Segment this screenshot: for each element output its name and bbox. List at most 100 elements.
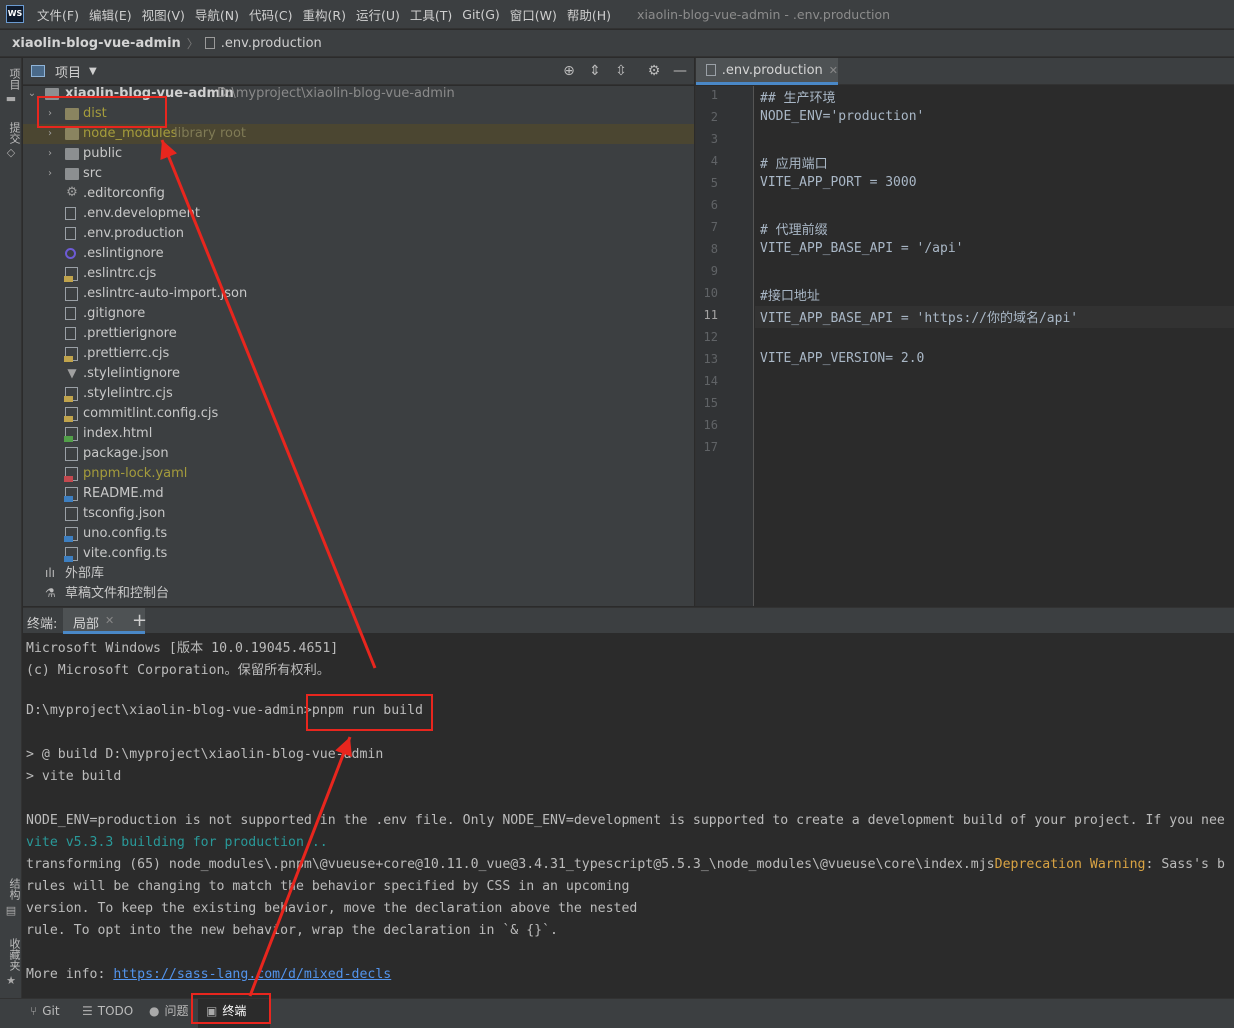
terminal-tab-label: 局部 [73,617,100,632]
terminal-line-text: transforming (65) node_modules\.pnpm\@vu… [26,857,995,872]
tree-item-file[interactable]: .env.production [23,224,694,244]
scratches-icon: ⚗ [45,586,56,600]
menu-run[interactable]: 运行(U) [356,5,400,24]
structure-icon: ▤ [5,904,17,917]
commit-icon: ◇ [6,146,16,159]
tree-item-file[interactable]: README.md [23,484,694,504]
code-line: VITE_APP_VERSION= 2.0 [760,351,925,366]
line-number: 4 [710,154,718,168]
todo-tool-tab[interactable]: ☰ TODO [82,999,133,1028]
json-file-icon [65,447,78,461]
close-icon[interactable]: ✕ [829,64,838,77]
line-number: 16 [703,418,718,432]
tree-item-src[interactable]: › src [23,164,694,184]
code-line: ## 生产环境 [760,91,836,106]
add-terminal-button[interactable]: + [132,610,147,631]
git-tool-tab[interactable]: ⑂ Git [30,999,60,1028]
terminal-line: rules will be changing to match the beha… [26,879,630,894]
tree-item-external-libraries[interactable]: ılı 外部库 [23,564,694,584]
chevron-right-icon[interactable]: › [45,164,55,184]
tree-item-file[interactable]: tsconfig.json [23,504,694,524]
tree-item-file[interactable]: commitlint.config.cjs [23,404,694,424]
tree-item-label: .prettierrc.cjs [83,346,170,361]
project-icon [31,65,45,77]
menu-refactor[interactable]: 重构(R) [303,5,346,24]
tree-item-label: .env.production [83,226,184,241]
tree-item-label: public [83,146,123,161]
js-file-icon [64,347,78,362]
editor-tab-bar: .env.production ✕ [695,58,1234,85]
breadcrumb-project[interactable]: xiaolin-blog-vue-admin [12,36,181,51]
terminal-line: NODE_ENV=production is not supported in … [26,813,1225,828]
sass-docs-link[interactable]: https://sass-lang.com/d/mixed-decls [113,967,391,982]
file-icon [65,327,76,340]
breadcrumb-file[interactable]: .env.production [221,36,322,51]
tree-item-file[interactable]: package.json [23,444,694,464]
folder-icon [65,168,79,180]
menu-tools[interactable]: 工具(T) [410,5,452,24]
menu-git[interactable]: Git(G) [462,7,500,22]
tree-item-file[interactable]: index.html [23,424,694,444]
tree-item-label: .eslintrc.cjs [83,266,157,281]
tree-item-file[interactable]: .stylelintrc.cjs [23,384,694,404]
editor-tab[interactable]: .env.production ✕ [696,58,838,85]
tree-item-file[interactable]: vite.config.ts [23,544,694,564]
tree-item-file[interactable]: .eslintrc.cjs [23,264,694,284]
menu-bar: WS 文件(F) 编辑(E) 视图(V) 导航(N) 代码(C) 重构(R) 运… [0,0,1234,29]
tree-item-label: vite.config.ts [83,546,168,561]
window-title: xiaolin-blog-vue-admin - .env.production [637,6,891,22]
tree-item-file[interactable]: pnpm-lock.yaml [23,464,694,484]
line-number: 5 [710,176,718,190]
menu-window[interactable]: 窗口(W) [510,5,557,24]
problems-tool-tab[interactable]: ● 问题 [149,999,189,1028]
menu-navigate[interactable]: 导航(N) [195,5,239,24]
js-file-icon [64,387,78,402]
tree-item-file[interactable]: .eslintrc-auto-import.json [23,284,694,304]
menu-file[interactable]: 文件(F) [37,5,79,24]
project-panel-title[interactable]: 项目 [55,62,81,81]
annotation-box-build-command [306,694,433,731]
chevron-right-icon[interactable]: › [45,144,55,164]
code-line: # 代理前缀 [760,223,828,238]
terminal-line: (c) Microsoft Corporation。保留所有权利。 [26,663,330,678]
structure-tool-tab[interactable]: 结构 [2,878,21,900]
line-number: 12 [703,330,718,344]
gear-icon[interactable]: ⚙ [645,62,663,80]
project-tool-tab[interactable]: 项目 [2,68,21,90]
folder-icon: ▬ [5,92,17,105]
tree-item-file[interactable]: .gitignore [23,304,694,324]
hide-icon[interactable]: — [671,62,689,80]
chevron-down-icon[interactable]: ▼ [89,66,97,77]
tree-item-file[interactable]: .env.development [23,204,694,224]
close-icon[interactable]: ✕ [105,614,114,627]
tree-item-file[interactable]: ⚙ .editorconfig [23,184,694,204]
tree-item-file[interactable]: uno.config.ts [23,524,694,544]
todo-tool-tab-label: TODO [97,1004,134,1018]
tree-item-file[interactable]: .eslintignore [23,244,694,264]
tree-item-public[interactable]: › public [23,144,694,164]
annotation-box-dist [37,96,167,128]
locate-icon[interactable]: ⊕ [560,62,578,80]
js-file-icon [64,267,78,282]
menu-help[interactable]: 帮助(H) [567,5,611,24]
collapse-all-icon[interactable]: ⇳ [612,62,630,80]
code-editor[interactable]: 1 2 3 4 5 6 7 8 9 10 11 12 13 14 15 16 17 ## 生产环境 NODE_EN… [695,86,1234,606]
terminal-title: 终端: [27,617,58,632]
file-icon [706,64,716,76]
tree-item-scratches[interactable]: ⚗ 草稿文件和控制台 [23,584,694,604]
menu-code[interactable]: 代码(C) [249,5,292,24]
chevron-down-icon[interactable]: ⌄ [27,86,37,104]
menu-edit[interactable]: 编辑(E) [89,5,132,24]
commit-tool-tab[interactable]: 提交 [2,122,21,144]
menu-view[interactable]: 视图(V) [142,5,185,24]
terminal-output[interactable]: Microsoft Windows [版本 10.0.19045.4651] (… [23,634,1234,998]
favorites-tool-tab[interactable]: 收藏夹 [2,938,21,971]
line-number: 13 [703,352,718,366]
tree-item-label: pnpm-lock.yaml [83,466,188,481]
file-icon [65,207,76,220]
tree-item-file[interactable]: ▼ .stylelintignore [23,364,694,384]
tree-item-file[interactable]: .prettierrc.cjs [23,344,694,364]
project-panel-header: 项目 ▼ ⊕ ⇕ ⇳ ⚙ — [23,58,694,85]
tree-item-file[interactable]: .prettierignore [23,324,694,344]
expand-all-icon[interactable]: ⇕ [586,62,604,80]
